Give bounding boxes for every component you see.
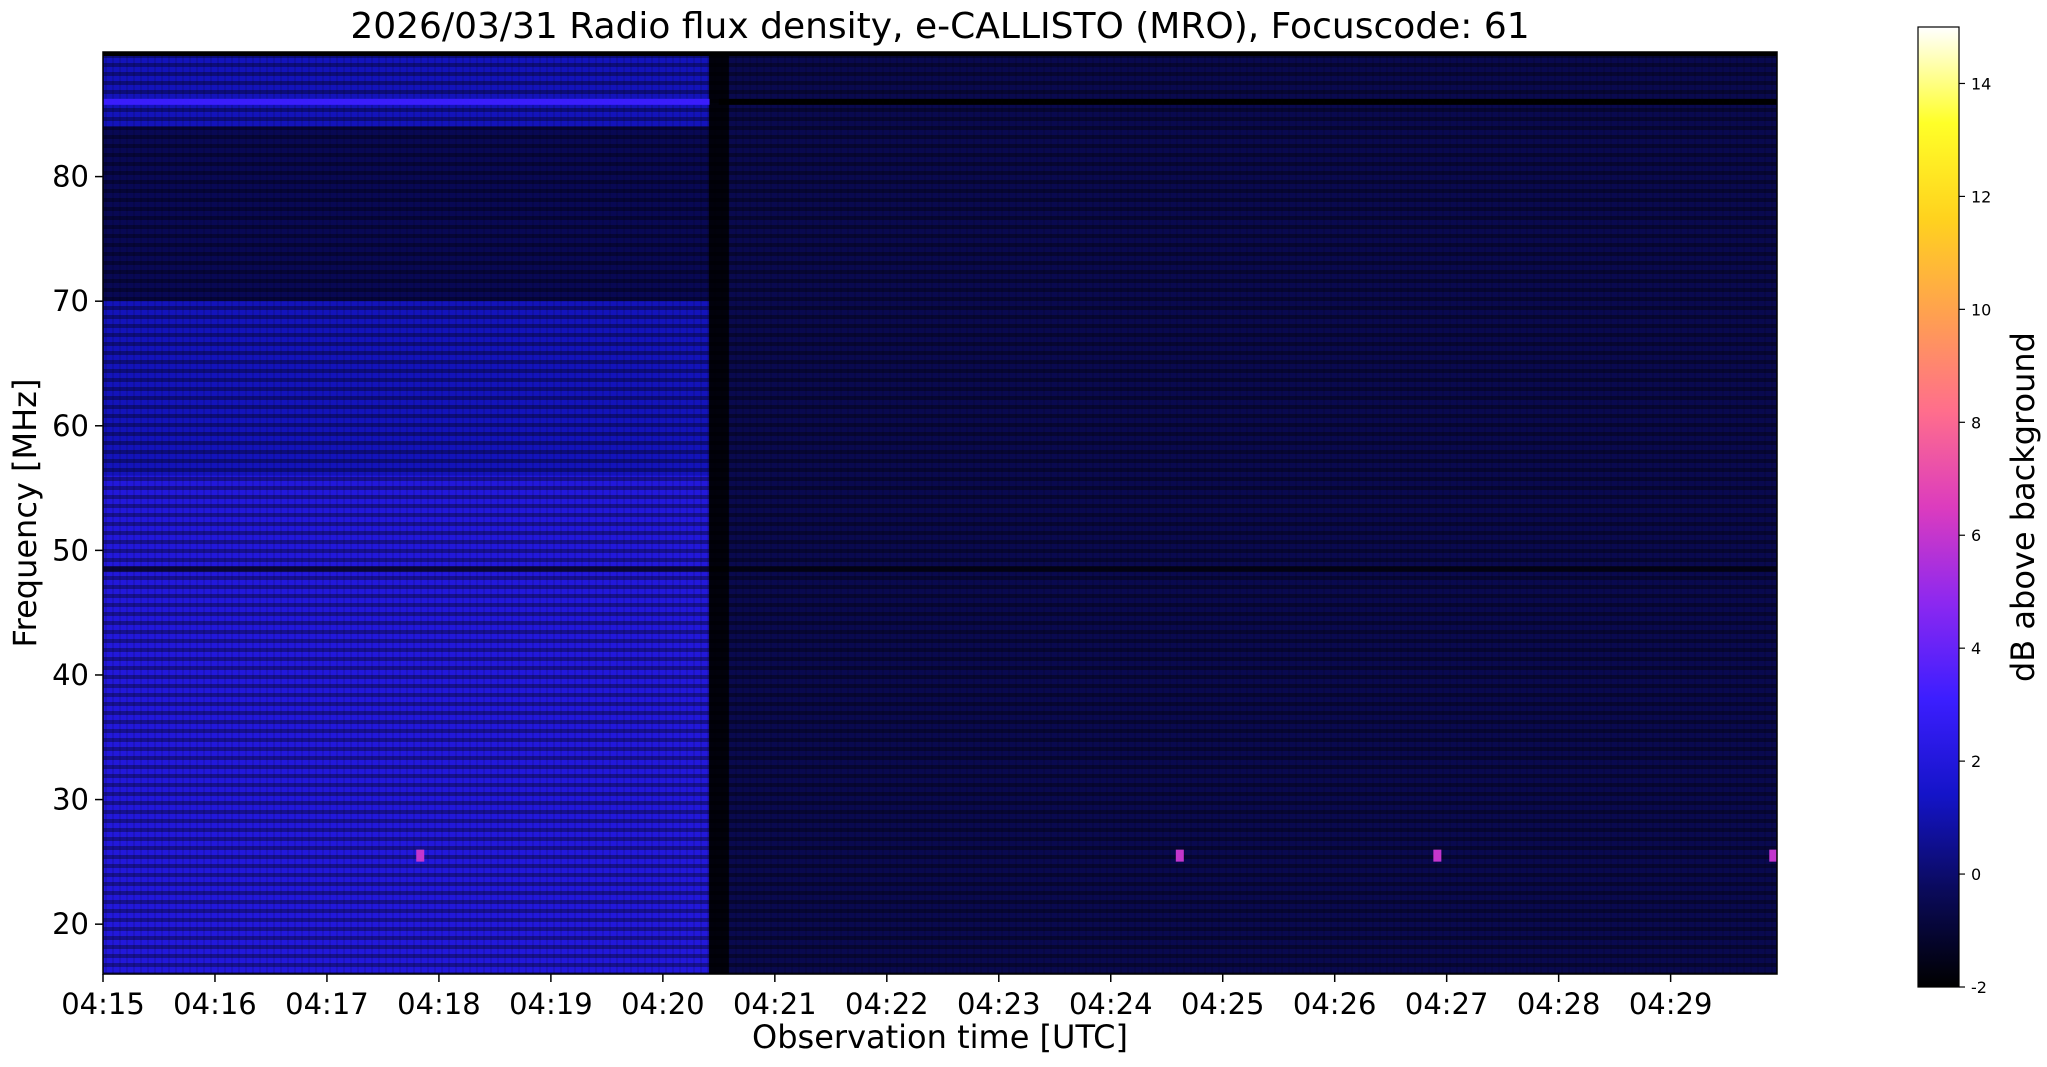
x-tick-label: 04:17 [285, 987, 369, 1021]
x-tick-label: 04:24 [1069, 987, 1153, 1021]
spectrogram-chart: 2026/03/31 Radio flux density, e-CALLIST… [6, 6, 2042, 1056]
plot-area [103, 52, 1777, 974]
x-tick-label: 04:28 [1517, 987, 1601, 1021]
colorbar-tick-label: -2 [1971, 978, 1987, 997]
colorbar-tick-label: 2 [1971, 752, 1981, 771]
y-tick-label: 20 [52, 907, 89, 941]
colorbar-tick-label: 14 [1971, 74, 1991, 93]
colorbar-tick-label: 4 [1971, 639, 1981, 658]
x-tick-label: 04:25 [1181, 987, 1265, 1021]
y-tick-label: 60 [52, 409, 89, 443]
y-axis-label: Frequency [MHz] [6, 379, 44, 648]
interference-burst [1769, 849, 1777, 862]
x-tick-label: 04:29 [1629, 987, 1713, 1021]
x-tick-label: 04:21 [733, 987, 817, 1021]
x-axis: 04:15 04:16 04:17 04:18 04:19 04:20 04:21 04:22… [61, 974, 1712, 1021]
colorbar-tick-label: 6 [1971, 526, 1981, 545]
y-tick-label: 30 [52, 783, 89, 817]
interference-burst [1433, 849, 1442, 862]
x-tick-label: 04:16 [173, 987, 257, 1021]
colorbar-tick-label: 8 [1971, 413, 1981, 432]
interference-burst [1175, 849, 1184, 862]
y-tick-label: 80 [52, 160, 89, 194]
colorbar-tick-label: 12 [1971, 187, 1991, 206]
vertical-stripe-overlay [103, 52, 1777, 974]
colorbar-label: dB above background [2004, 332, 2042, 682]
horizontal-band [103, 566, 1777, 573]
colorbar: -2 0 2 4 6 8 10 12 14 dB above background [1917, 26, 2042, 997]
dark-line-86mhz [718, 98, 1777, 105]
interference-burst [416, 849, 425, 862]
dark-vertical-line [708, 52, 729, 974]
y-tick-label: 70 [52, 284, 89, 318]
x-tick-label: 04:26 [1293, 987, 1377, 1021]
x-tick-label: 04:19 [509, 987, 593, 1021]
x-tick-label: 04:27 [1405, 987, 1489, 1021]
x-tick-label: 04:18 [397, 987, 481, 1021]
chart-title: 2026/03/31 Radio flux density, e-CALLIST… [350, 6, 1529, 47]
x-tick-label: 04:20 [621, 987, 705, 1021]
colorbar-tick-label: 10 [1971, 300, 1991, 319]
y-axis: 20 30 40 50 60 70 80 [52, 160, 103, 941]
colorbar-tick-label: 0 [1971, 865, 1981, 884]
y-tick-label: 50 [52, 533, 89, 567]
x-tick-label: 04:22 [845, 987, 929, 1021]
y-tick-label: 40 [52, 658, 89, 692]
bright-line-86mhz [103, 98, 710, 105]
x-axis-label: Observation time [UTC] [752, 1018, 1128, 1056]
x-tick-label: 04:23 [957, 987, 1041, 1021]
colorbar-fill [1917, 26, 1960, 988]
x-tick-label: 04:15 [61, 987, 145, 1021]
